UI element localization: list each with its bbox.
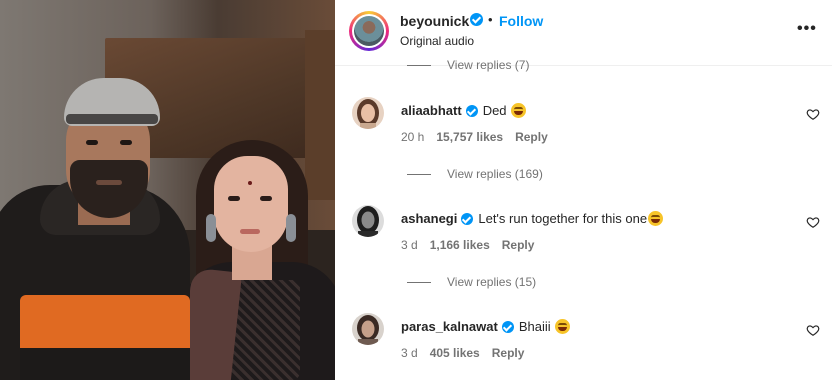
comment-likes[interactable]: 15,757 likes [436,130,503,144]
comments-pane: beyounick • Follow Original audio ••• Vi… [335,0,832,380]
commenter-avatar[interactable] [352,97,384,129]
comment-likes[interactable]: 1,166 likes [430,238,490,252]
man-cap-band [66,114,158,124]
comment-body: Bhaiii [518,319,551,334]
comment-text: aliaabhatt Ded [401,103,526,118]
comment-body: Ded [482,103,507,118]
author-avatar-image [354,16,384,46]
like-heart-icon[interactable] [806,215,820,229]
woman-bindi [248,181,252,185]
like-heart-icon[interactable] [806,323,820,337]
original-audio-link[interactable]: Original audio [400,34,474,48]
view-replies-label: View replies (169) [447,167,543,181]
comment-time[interactable]: 20 h [401,130,424,144]
comment-body: Let's run together for this one [478,211,648,226]
man-eye-right [120,140,132,145]
wooden-panel-edge [305,30,335,200]
header-separator: • [488,12,493,27]
man-mouth [96,180,122,185]
woman-eye-right [260,196,272,201]
view-replies-line [407,281,431,283]
verified-badge-icon [501,320,514,333]
comment-text: paras_kalnawat Bhaiii [401,319,570,334]
commenter-username[interactable]: paras_kalnawat [401,319,498,334]
commenter-avatar[interactable] [352,205,384,237]
man-hoodie-lower [20,348,190,380]
comment-meta: 20 h 15,757 likes Reply [401,130,548,144]
comment-likes[interactable]: 405 likes [430,346,480,360]
laughing-emoji-icon [554,319,570,334]
commenter-username[interactable]: aliaabhatt [401,103,462,118]
laughing-emoji-icon [510,103,526,118]
woman-lips [240,229,260,234]
comment-item: ashanegi Let's run together for this one… [335,205,832,265]
view-replies-line [407,173,431,175]
view-replies-button[interactable]: View replies (7) [407,58,530,72]
laughing-emoji-icon [648,211,664,226]
man-hoodie-orange-band [20,295,190,355]
author-avatar[interactable] [349,11,389,51]
commenter-username[interactable]: ashanegi [401,211,457,226]
comment-text: ashanegi Let's run together for this one [401,211,664,226]
verified-badge-icon [470,13,483,26]
author-username[interactable]: beyounick [400,13,469,29]
man-eye-left [86,140,98,145]
verified-badge-icon [461,212,474,225]
comment-time[interactable]: 3 d [401,346,418,360]
comment-item: aliaabhatt Ded 20 h 15,757 likes Reply [335,97,832,157]
woman-outfit-pattern [230,280,300,380]
woman-face [214,156,288,252]
comment-meta: 3 d 1,166 likes Reply [401,238,534,252]
comment-item: paras_kalnawat Bhaiii 3 d 405 likes Repl… [335,313,832,373]
view-replies-label: View replies (15) [447,275,537,289]
reply-button[interactable]: Reply [515,130,548,144]
comment-time[interactable]: 3 d [401,238,418,252]
reply-button[interactable]: Reply [492,346,525,360]
more-options-icon[interactable]: ••• [797,20,817,38]
like-heart-icon[interactable] [806,107,820,121]
view-replies-label: View replies (7) [447,58,530,72]
view-replies-button[interactable]: View replies (15) [407,275,536,289]
woman-earring-left [206,214,216,242]
comment-meta: 3 d 405 likes Reply [401,346,524,360]
post-media[interactable] [0,0,335,380]
reply-button[interactable]: Reply [502,238,535,252]
follow-button[interactable]: Follow [499,13,543,29]
post-header: beyounick • Follow Original audio ••• [335,0,832,66]
commenter-avatar[interactable] [352,313,384,345]
verified-badge-icon [465,104,478,117]
view-replies-line [407,64,431,66]
woman-eye-left [228,196,240,201]
woman-earring-right [286,214,296,242]
view-replies-button[interactable]: View replies (169) [407,167,543,181]
